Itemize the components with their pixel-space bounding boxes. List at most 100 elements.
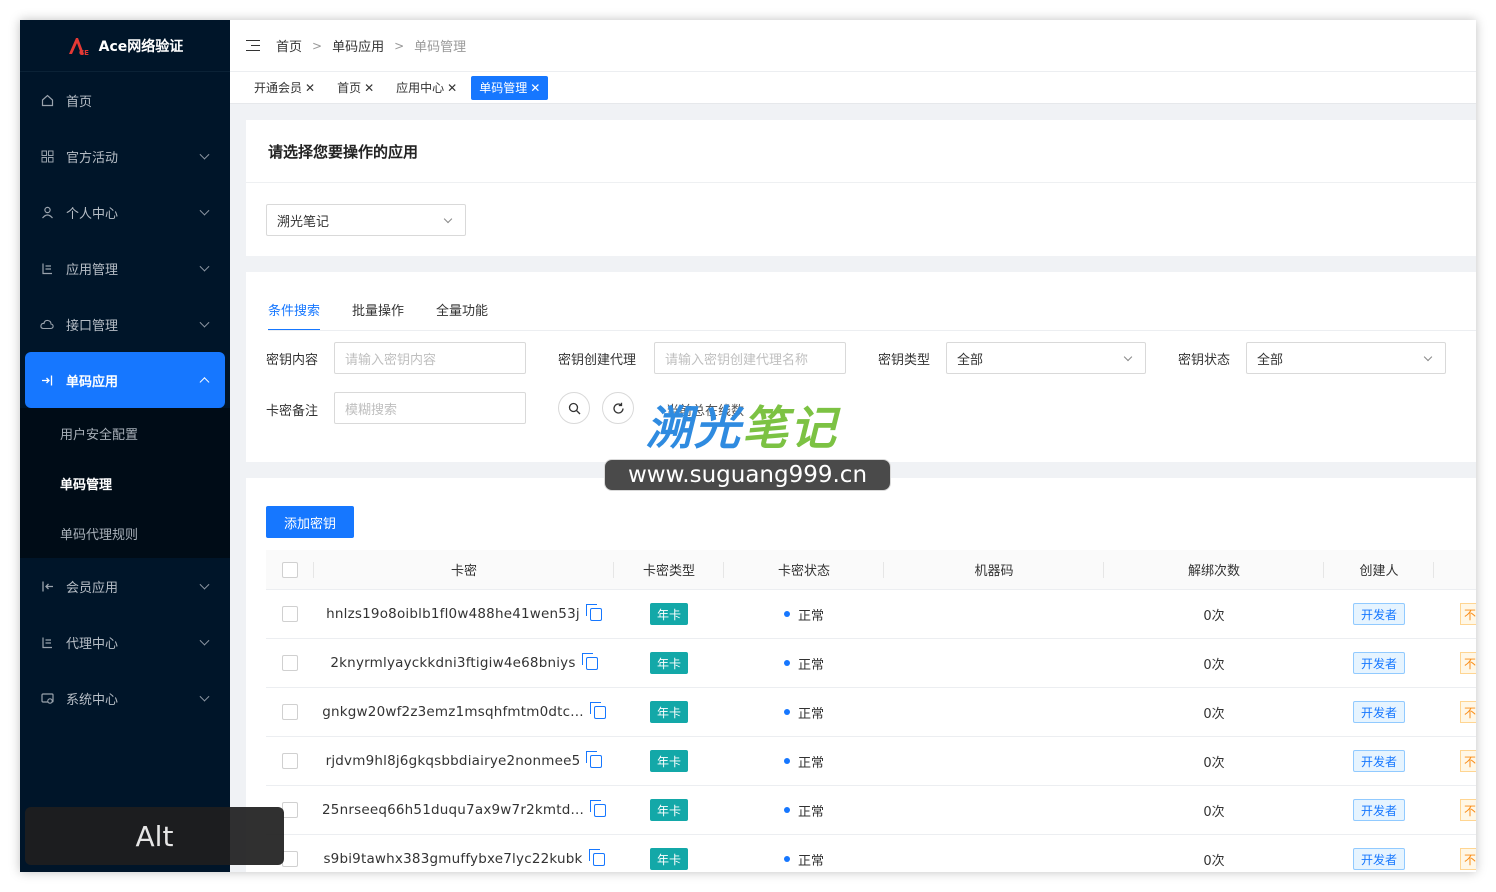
close-icon[interactable]: ✕ <box>305 81 315 95</box>
tab-label: 首页 <box>337 81 362 95</box>
add-key-button[interactable]: 添加密钥 <box>266 506 354 538</box>
creator-tag: 开发者 <box>1352 799 1405 821</box>
breadcrumb-home[interactable]: 首页 <box>276 36 302 55</box>
copy-icon[interactable] <box>589 799 606 817</box>
menu-fold-icon[interactable] <box>246 39 260 52</box>
tab-condition-search[interactable]: 条件搜索 <box>268 300 321 331</box>
agent-label: 密钥创建代理 <box>558 353 637 368</box>
row-checkbox[interactable] <box>282 704 298 720</box>
tab-batch-ops[interactable]: 批量操作 <box>352 300 404 331</box>
header-select-all[interactable] <box>266 550 314 590</box>
sidebar-item-agent-center[interactable]: 代理中心 <box>20 614 230 670</box>
status-dot-icon <box>783 807 790 813</box>
logo[interactable]: CE Ace网络验证 <box>20 20 230 72</box>
row-checkbox[interactable] <box>282 753 298 769</box>
select-all-checkbox[interactable] <box>282 561 298 578</box>
sidebar-item-home[interactable]: 首页 <box>20 72 230 128</box>
key-content-input[interactable]: 请输入密钥内容 <box>334 342 526 374</box>
copy-icon[interactable] <box>581 652 598 670</box>
extra-tag: 不 <box>1460 603 1476 625</box>
tab-app-center[interactable]: 应用中心 ✕ <box>388 76 465 100</box>
search-tabs: 条件搜索 批量操作 全量功能 <box>268 300 488 331</box>
agent-input[interactable]: 请输入密钥创建代理名称 <box>654 342 846 374</box>
logout-icon <box>40 579 54 593</box>
breadcrumb-separator: > <box>394 38 405 53</box>
tab-home[interactable]: 首页 ✕ <box>329 76 382 100</box>
creator-tag: 开发者 <box>1352 603 1405 625</box>
key-status-value: 全部 <box>1257 352 1284 368</box>
col-machine-code: 机器码 <box>884 550 1104 590</box>
table-row[interactable]: s9bi9tawhx383gmuffybxe7lyc22kubk 年卡 正常 0… <box>266 835 1476 872</box>
submenu-item-agent-rules[interactable]: 单码代理规则 <box>20 508 230 558</box>
machine-code <box>884 639 1104 688</box>
search-card: 条件搜索 批量操作 全量功能 密钥内容 请输入密钥内容 密钥创建代理 请输入密钥… <box>246 272 1476 462</box>
unbind-count: 0次 <box>1203 608 1225 624</box>
row-checkbox[interactable] <box>282 802 298 818</box>
row-checkbox[interactable] <box>282 851 298 867</box>
key-status-select[interactable]: 全部 <box>1246 342 1446 374</box>
sidebar-item-member-app[interactable]: 会员应用 <box>20 558 230 614</box>
sidebar-item-system-center[interactable]: 系统中心 <box>20 670 230 726</box>
tab-open-member[interactable]: 开通会员 ✕ <box>246 76 323 100</box>
sidebar-item-single-code-app[interactable]: 单码应用 <box>25 352 225 408</box>
creator-tag: 开发者 <box>1352 750 1405 772</box>
sidebar-item-app-manage[interactable]: 应用管理 <box>20 240 230 296</box>
note-input[interactable]: 模糊搜索 <box>334 392 526 424</box>
table-row[interactable]: gnkgw20wf2z3emz1msqhfmtm0dtc... 年卡 正常 0次… <box>266 688 1476 737</box>
app-select-value: 溯光笔记 <box>277 214 330 230</box>
sidebar-item-api-manage[interactable]: 接口管理 <box>20 296 230 352</box>
row-checkbox[interactable] <box>282 606 298 622</box>
tab-full-functions[interactable]: 全量功能 <box>436 300 488 331</box>
sidebar-item-personal[interactable]: 个人中心 <box>20 184 230 240</box>
sidebar-item-label: 个人中心 <box>66 206 119 222</box>
breadcrumb-parent[interactable]: 单码应用 <box>332 36 384 55</box>
key-type-select[interactable]: 全部 <box>946 342 1146 374</box>
card-key: hnlzs19o8oiblb1fl0w488he41wen53j <box>326 606 580 622</box>
card-key: 2knyrmlyayckkdni3ftigiw4e68bniys <box>330 655 576 671</box>
table-row[interactable]: 2knyrmlyayckkdni3ftigiw4e68bniys 年卡 正常 0… <box>266 639 1476 688</box>
card-status: 正常 <box>797 804 824 820</box>
list-icon <box>40 261 54 275</box>
chevron-down-icon <box>199 691 210 702</box>
submenu-item-user-security[interactable]: 用户安全配置 <box>20 408 230 458</box>
main-area: 首页 > 单码应用 > 单码管理 开通会员 ✕ 首页 ✕ 应用中心 ✕ 单码管理 ✕ 请… <box>230 20 1476 872</box>
copy-icon[interactable] <box>585 603 602 621</box>
visited-tabs: 开通会员 ✕ 首页 ✕ 应用中心 ✕ 单码管理 ✕ <box>230 72 1476 104</box>
row-checkbox[interactable] <box>282 655 298 671</box>
ace-logo-icon: CE <box>68 37 89 57</box>
watermark-title: 溯光笔记 <box>646 392 838 458</box>
copy-icon[interactable] <box>589 701 606 719</box>
key-table-card: 添加密钥 卡密 卡密类型 卡密状态 机器码 解绑次数 创建人 hnlzs19o8… <box>246 478 1476 872</box>
close-icon[interactable]: ✕ <box>364 81 374 95</box>
list-icon <box>40 635 54 649</box>
chevron-down-icon <box>199 261 210 272</box>
card-status: 正常 <box>797 706 824 722</box>
unbind-count: 0次 <box>1203 657 1225 673</box>
note-label: 卡密备注 <box>266 404 319 419</box>
svg-text:CE: CE <box>79 49 89 57</box>
submenu-item-code-manage[interactable]: 单码管理 <box>20 458 230 508</box>
home-icon <box>40 93 54 107</box>
close-icon[interactable]: ✕ <box>447 81 457 95</box>
key-table: 卡密 卡密类型 卡密状态 机器码 解绑次数 创建人 hnlzs19o8oiblb… <box>266 550 1476 872</box>
sidebar-item-activities[interactable]: 官方活动 <box>20 128 230 184</box>
tab-label: 单码管理 <box>479 81 528 95</box>
login-icon <box>40 373 54 387</box>
key-status-label: 密钥状态 <box>1178 353 1231 368</box>
tab-code-manage[interactable]: 单码管理 ✕ <box>471 75 549 100</box>
sidebar-item-label: 应用管理 <box>66 262 119 278</box>
col-card-key: 卡密 <box>314 550 614 590</box>
sidebar-item-label: 接口管理 <box>66 318 119 334</box>
table-row[interactable]: hnlzs19o8oiblb1fl0w488he41wen53j 年卡 正常 0… <box>266 590 1476 639</box>
copy-icon[interactable] <box>586 750 603 768</box>
machine-code <box>884 688 1104 737</box>
search-button[interactable] <box>558 392 590 424</box>
close-icon[interactable]: ✕ <box>530 81 540 95</box>
chevron-down-icon <box>1123 352 1133 362</box>
refresh-icon <box>612 402 624 414</box>
table-row[interactable]: 25nrseeq66h51duqu7ax9w7r2kmtd... 年卡 正常 0… <box>266 786 1476 835</box>
app-select[interactable]: 溯光笔记 <box>266 204 466 236</box>
copy-icon[interactable] <box>588 848 605 866</box>
table-row[interactable]: rjdvm9hl8j6gkqsbbdiairye2nonmee5 年卡 正常 0… <box>266 737 1476 786</box>
reset-button[interactable] <box>602 392 634 424</box>
